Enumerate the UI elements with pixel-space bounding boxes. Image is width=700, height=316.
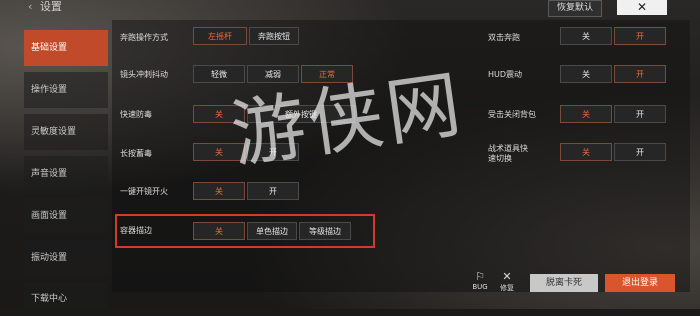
- setting-label-close-bag-on-hit: 受击关闭背包: [488, 110, 536, 119]
- setting-label-double-tap-run: 双击奔跑: [488, 33, 520, 42]
- option-on[interactable]: 开: [247, 182, 299, 200]
- option-off[interactable]: 关: [193, 143, 245, 161]
- close-bag-on-hit-selector: 关 开: [560, 105, 666, 123]
- option-off[interactable]: 关: [193, 105, 245, 123]
- setting-label-tactical-quick-switch: 战术道具快速切换: [488, 144, 528, 163]
- option-on[interactable]: 开: [614, 105, 666, 123]
- option-on[interactable]: 开: [614, 27, 666, 45]
- option-on[interactable]: 开: [247, 143, 299, 161]
- option-off[interactable]: 关: [193, 222, 245, 240]
- sidebar-item-downloads[interactable]: 下载中心: [24, 282, 108, 309]
- repair-button[interactable]: ✕ 修复: [497, 271, 517, 293]
- repair-label: 修复: [500, 284, 514, 292]
- option-off[interactable]: 关: [560, 105, 612, 123]
- setting-label-one-key-scope-fire: 一键开镜开火: [120, 187, 168, 196]
- setting-label-run-mode: 奔跑操作方式: [120, 33, 168, 42]
- container-outline-selector: 关 单色描边 等级描边: [193, 222, 351, 240]
- hold-charge-selector: 关 开: [193, 143, 299, 161]
- double-tap-run-selector: 关 开: [560, 27, 666, 45]
- hud-vibration-selector: 关 开: [560, 65, 666, 83]
- close-icon[interactable]: ✕: [617, 0, 667, 15]
- option-level-outline[interactable]: 等级描边: [299, 222, 351, 240]
- back-icon[interactable]: ‹: [28, 0, 32, 13]
- reset-defaults-button[interactable]: 恢复默认: [548, 0, 602, 17]
- option-normal[interactable]: 正常: [301, 65, 353, 83]
- page-title: ‹ 设置: [28, 0, 62, 14]
- quick-antidote-selector: 关 额外按键: [193, 105, 355, 123]
- option-off[interactable]: 关: [560, 65, 612, 83]
- sidebar-item-vibration[interactable]: 振动设置: [24, 240, 108, 276]
- wrench-icon: ✕: [502, 270, 512, 283]
- logout-button[interactable]: 退出登录: [605, 274, 675, 292]
- option-reduced[interactable]: 减弱: [247, 65, 299, 83]
- option-on[interactable]: 开: [614, 65, 666, 83]
- page-title-label: 设置: [39, 0, 62, 13]
- option-mono-outline[interactable]: 单色描边: [247, 222, 297, 240]
- top-bar: ‹ 设置 恢复默认 ✕: [0, 0, 700, 20]
- option-run-button[interactable]: 奔跑按钮: [249, 27, 299, 45]
- sidebar-item-controls[interactable]: 操作设置: [24, 72, 108, 108]
- sidebar-item-sound[interactable]: 声音设置: [24, 156, 108, 192]
- option-on[interactable]: 开: [614, 143, 666, 161]
- setting-label-hud-vibration: HUD震动: [488, 70, 523, 79]
- bug-label: BUG: [472, 283, 488, 291]
- run-mode-selector: 左摇杆 奔跑按钮: [193, 27, 299, 45]
- option-off[interactable]: 关: [193, 182, 245, 200]
- option-slight[interactable]: 轻微: [193, 65, 245, 83]
- setting-label-quick-antidote: 快速防毒: [120, 110, 152, 119]
- bug-report-button[interactable]: ⚐ BUG: [470, 270, 490, 292]
- option-extra-button[interactable]: 额外按键: [247, 105, 355, 123]
- unstuck-button[interactable]: 脱离卡死: [530, 274, 598, 292]
- setting-label-camera-shake: 镜头冲刺抖动: [120, 70, 168, 79]
- sidebar-item-basic[interactable]: 基础设置: [24, 30, 108, 66]
- sidebar-item-graphics[interactable]: 画面设置: [24, 198, 108, 234]
- option-off[interactable]: 关: [560, 27, 612, 45]
- tactical-quick-switch-selector: 关 开: [560, 143, 666, 161]
- flag-icon: ⚐: [475, 270, 485, 283]
- sidebar-item-sensitivity[interactable]: 灵敏度设置: [24, 114, 108, 150]
- one-key-scope-fire-selector: 关 开: [193, 182, 299, 200]
- option-off[interactable]: 关: [560, 143, 612, 161]
- option-left-stick[interactable]: 左摇杆: [193, 27, 247, 45]
- camera-shake-selector: 轻微 减弱 正常: [193, 65, 353, 83]
- setting-label-hold-charge: 长按蓄毒: [120, 149, 152, 158]
- setting-label-container-outline: 容器描边: [120, 226, 152, 235]
